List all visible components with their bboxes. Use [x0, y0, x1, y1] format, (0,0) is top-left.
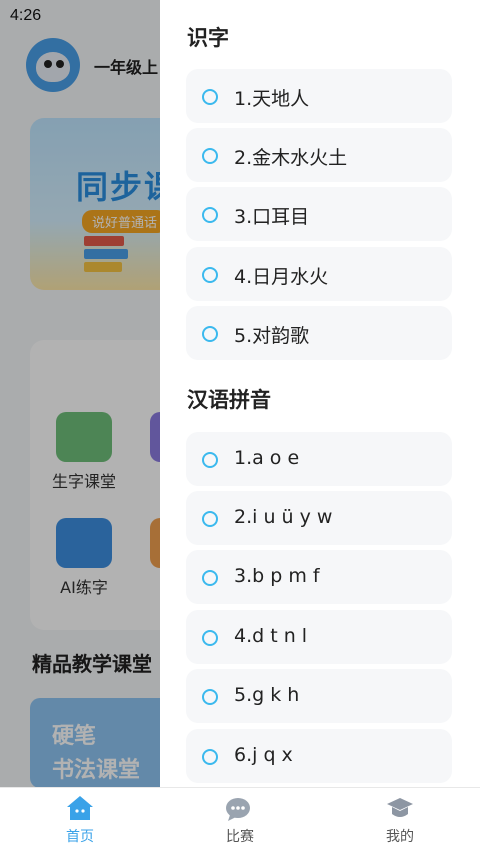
radio-circle-icon — [202, 148, 218, 164]
lesson-item[interactable]: 3.口耳目 — [186, 187, 452, 241]
radio-circle-icon — [202, 89, 218, 105]
lesson-drawer: 识字 1.天地人 2.金木水火土 3.口耳目 4.日月水火 5.对韵歌 汉语拼音… — [160, 0, 480, 787]
section-title-literacy: 识字 — [187, 26, 229, 50]
lesson-item[interactable]: 6.j q x — [186, 729, 452, 783]
radio-circle-icon — [202, 689, 218, 705]
lesson-item[interactable]: 4.日月水火 — [186, 247, 452, 301]
radio-circle-icon — [202, 511, 218, 527]
radio-circle-icon — [202, 452, 218, 468]
lesson-item[interactable]: 1.天地人 — [186, 69, 452, 123]
nav-home[interactable]: 首页 — [40, 794, 120, 846]
radio-circle-icon — [202, 207, 218, 223]
nav-profile[interactable]: 我的 — [360, 794, 440, 846]
chat-bubble-icon — [225, 794, 255, 822]
lesson-item[interactable]: 2.i u ü y w — [186, 491, 452, 545]
radio-circle-icon — [202, 326, 218, 342]
radio-circle-icon — [202, 570, 218, 586]
nav-competition[interactable]: 比赛 — [200, 794, 280, 846]
section-title-pinyin: 汉语拼音 — [187, 388, 271, 412]
bottom-nav: 首页 比赛 我的 — [0, 787, 480, 853]
lesson-item[interactable]: 5.对韵歌 — [186, 306, 452, 360]
radio-circle-icon — [202, 630, 218, 646]
radio-circle-icon — [202, 749, 218, 765]
lesson-item[interactable]: 3.b p m f — [186, 550, 452, 604]
lesson-item[interactable]: 4.d t n l — [186, 610, 452, 664]
lesson-item[interactable]: 2.金木水火土 — [186, 128, 452, 182]
lesson-item[interactable]: 1.a o e — [186, 432, 452, 486]
radio-circle-icon — [202, 267, 218, 283]
graduation-cap-icon — [385, 794, 415, 822]
lesson-item[interactable]: 5.g k h — [186, 669, 452, 723]
home-icon — [65, 794, 95, 822]
